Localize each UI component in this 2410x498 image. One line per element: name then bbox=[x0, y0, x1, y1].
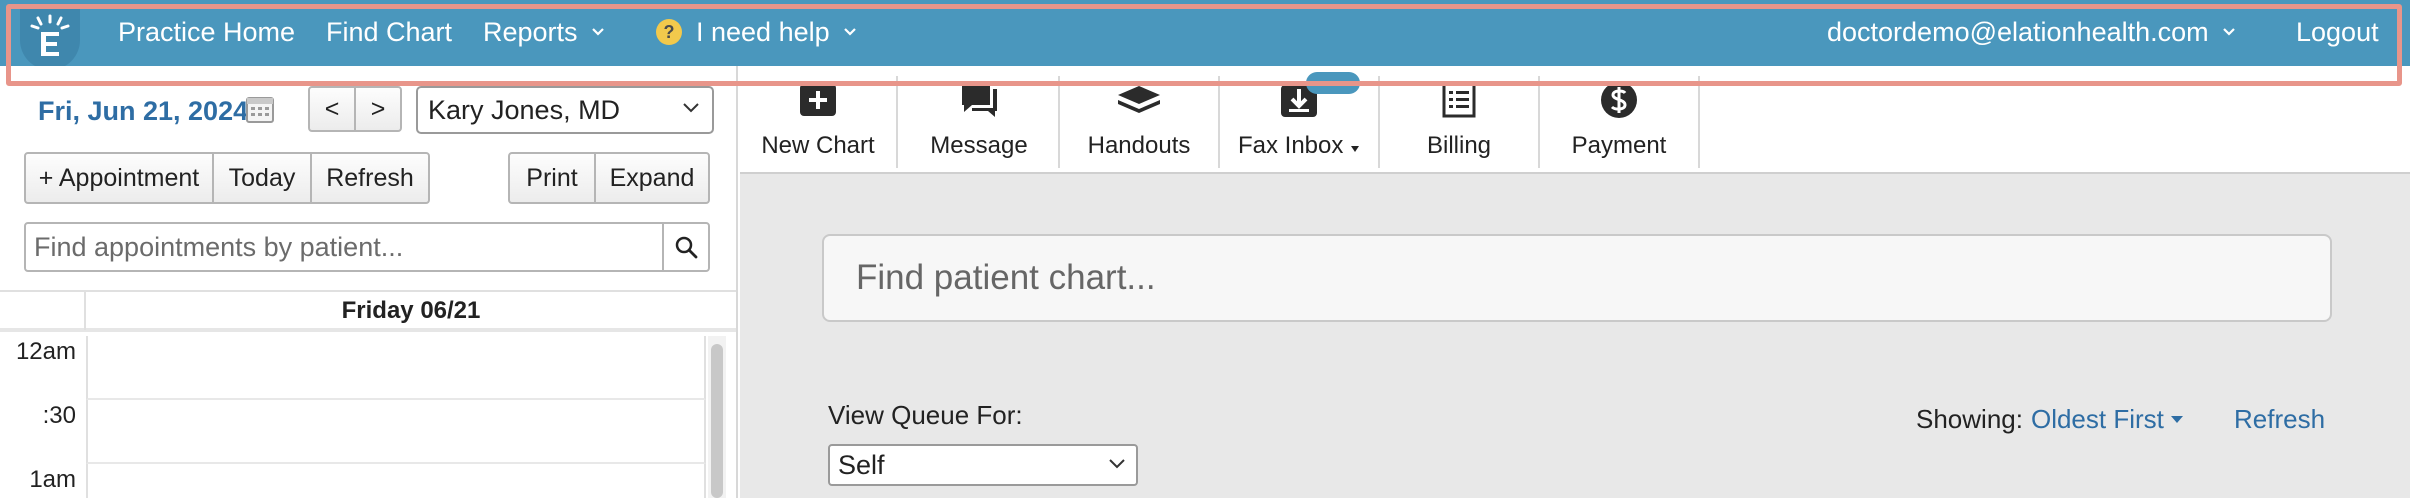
nav-practice-home[interactable]: Practice Home bbox=[118, 14, 295, 50]
view-queue-select-value: Self bbox=[838, 449, 885, 480]
payment-button[interactable]: Payment bbox=[1540, 76, 1700, 168]
caret-down-icon bbox=[2170, 416, 2183, 423]
appointment-search bbox=[24, 222, 710, 272]
logout-link[interactable]: Logout bbox=[2296, 14, 2379, 50]
fax-count-badge bbox=[1306, 72, 1360, 94]
time-label: 1am bbox=[29, 466, 76, 493]
new-chart-label: New Chart bbox=[761, 132, 875, 159]
payment-label: Payment bbox=[1571, 132, 1667, 159]
message-label: Message bbox=[930, 132, 1028, 159]
print-label: Print bbox=[526, 163, 578, 192]
previous-day-label: < bbox=[324, 94, 340, 123]
fax-inbox-label: Fax Inbox bbox=[1238, 132, 1360, 160]
calendar-time-slot[interactable] bbox=[86, 464, 706, 498]
view-queue-label: View Queue For: bbox=[828, 400, 1023, 430]
nav-reports-dropdown[interactable]: Reports bbox=[483, 14, 604, 50]
action-toolbar: New Chart Message Handouts Fax Inbox Bil… bbox=[740, 66, 2410, 174]
nav-practice-home-label: Practice Home bbox=[118, 17, 296, 47]
caret-down-icon bbox=[1351, 146, 1360, 152]
time-gutter-header bbox=[0, 292, 86, 330]
time-label: 12am bbox=[15, 338, 76, 365]
chevron-down-icon bbox=[1109, 459, 1125, 469]
schedule-date-link[interactable]: Fri, Jun 21, 2024 bbox=[38, 96, 248, 127]
nav-help-dropdown[interactable]: ? I need help bbox=[656, 14, 856, 50]
sort-order-value: Oldest First bbox=[2030, 404, 2164, 434]
patient-chart-search bbox=[822, 234, 2332, 322]
appointment-search-button[interactable] bbox=[662, 224, 708, 270]
search-icon bbox=[675, 236, 698, 259]
calendar-scrollbar-thumb[interactable] bbox=[711, 344, 723, 498]
dollar-circle-icon bbox=[1601, 82, 1637, 118]
refresh-queue-link[interactable]: Refresh bbox=[2234, 404, 2325, 435]
print-button[interactable]: Print bbox=[508, 152, 596, 204]
provider-select-value: Kary Jones, MD bbox=[428, 94, 621, 125]
time-label: :30 bbox=[42, 402, 76, 429]
nav-reports-label: Reports bbox=[483, 17, 578, 47]
next-day-button[interactable]: > bbox=[354, 86, 402, 132]
help-question-icon: ? bbox=[656, 19, 682, 45]
calendar-time-slot[interactable] bbox=[86, 336, 706, 400]
provider-select[interactable]: Kary Jones, MD bbox=[416, 86, 714, 134]
chevron-down-icon bbox=[2222, 28, 2235, 36]
chevron-down-icon bbox=[683, 103, 699, 113]
new-chart-button[interactable]: New Chart bbox=[740, 76, 898, 168]
book-icon bbox=[1118, 86, 1160, 113]
today-label: Today bbox=[228, 163, 296, 192]
main-content: New Chart Message Handouts Fax Inbox Bil… bbox=[740, 66, 2410, 498]
add-appointment-button[interactable]: + Appointment bbox=[24, 152, 214, 204]
queue-sort-control: Showing: Oldest First bbox=[1916, 404, 2184, 435]
handouts-label: Handouts bbox=[1087, 132, 1191, 159]
logout-label: Logout bbox=[2296, 17, 2379, 47]
calendar-day-title: Friday 06/21 bbox=[341, 297, 481, 324]
calendar-time-slot[interactable] bbox=[86, 400, 706, 464]
refresh-schedule-label: Refresh bbox=[326, 163, 414, 192]
scheduler-panel: Fri, Jun 21, 2024 < > Kary Jones, MD + A… bbox=[0, 66, 738, 498]
top-navigation-bar: Practice Home Find Chart Reports ? I nee… bbox=[0, 0, 2410, 70]
previous-day-button[interactable]: < bbox=[308, 86, 356, 132]
elation-logo[interactable] bbox=[20, 6, 80, 70]
patient-chart-search-input[interactable] bbox=[824, 236, 2330, 320]
expand-button[interactable]: Expand bbox=[594, 152, 710, 204]
nav-find-chart-label: Find Chart bbox=[326, 17, 453, 47]
sort-order-dropdown[interactable]: Oldest First bbox=[2031, 404, 2184, 435]
billing-label: Billing bbox=[1426, 132, 1492, 159]
user-account-dropdown[interactable]: doctordemo@elationhealth.com bbox=[1827, 14, 2235, 50]
billing-list-icon bbox=[1442, 82, 1476, 118]
appointment-search-input[interactable] bbox=[26, 224, 662, 270]
message-icon bbox=[962, 83, 997, 117]
showing-label: Showing: bbox=[1916, 404, 2023, 434]
nav-find-chart[interactable]: Find Chart bbox=[326, 14, 452, 50]
billing-button[interactable]: Billing bbox=[1380, 76, 1540, 168]
fax-inbox-text: Fax Inbox bbox=[1237, 132, 1344, 159]
handouts-button[interactable]: Handouts bbox=[1060, 76, 1220, 168]
expand-label: Expand bbox=[609, 163, 695, 192]
today-button[interactable]: Today bbox=[212, 152, 312, 204]
refresh-schedule-button[interactable]: Refresh bbox=[310, 152, 430, 204]
new-chart-icon bbox=[800, 84, 836, 116]
next-day-label: > bbox=[370, 94, 386, 123]
chevron-down-icon bbox=[843, 28, 856, 36]
user-email: doctordemo@elationhealth.com bbox=[1827, 17, 2209, 47]
calendar-icon[interactable] bbox=[245, 94, 275, 124]
add-appointment-label: + Appointment bbox=[38, 163, 200, 192]
view-queue-select[interactable]: Self bbox=[828, 444, 1138, 486]
calendar-day-header: Friday 06/21 bbox=[0, 290, 736, 332]
elation-logo-icon bbox=[30, 14, 70, 56]
chevron-down-icon bbox=[591, 28, 604, 36]
message-button[interactable]: Message bbox=[900, 76, 1060, 168]
nav-help-label: I need help bbox=[696, 17, 830, 47]
